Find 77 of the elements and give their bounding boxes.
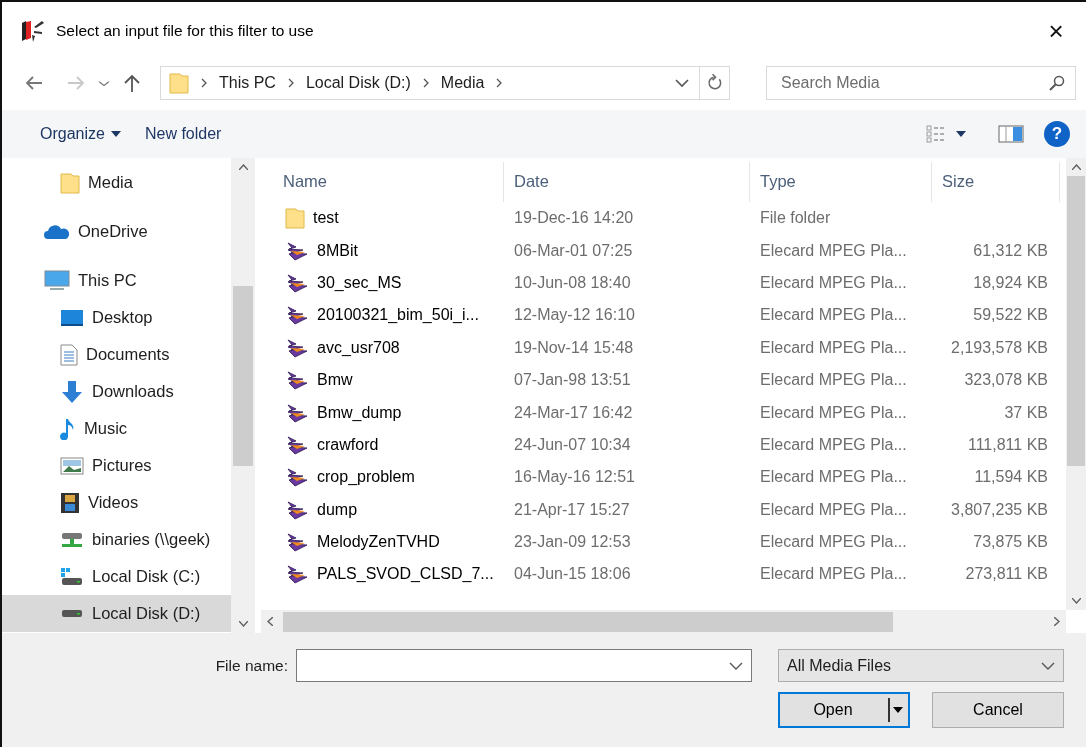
type-cell-text: Elecard MPEG Pla... xyxy=(759,565,908,584)
file-type-dropdown[interactable]: All Media Files xyxy=(778,649,1064,682)
file-name-cell[interactable]: 20100321_bim_50i_i... xyxy=(261,305,504,326)
nav-item[interactable]: Local Disk (C:) xyxy=(2,558,231,595)
type-cell-text: Elecard MPEG Pla... xyxy=(759,371,908,390)
column-header[interactable]: Type xyxy=(750,162,932,202)
size-cell-text: 11,594 KB xyxy=(973,468,1048,487)
nav-item[interactable]: Media xyxy=(2,164,231,201)
file-name-cell[interactable]: crop_problem xyxy=(261,467,504,488)
type-cell-text: File folder xyxy=(759,209,832,228)
file-name-cell[interactable]: 30_sec_MS xyxy=(261,272,504,293)
size-cell-text: 73,875 KB xyxy=(972,533,1048,552)
nav-item[interactable]: Local Disk (D:) xyxy=(2,595,231,632)
nav-item[interactable]: OneDrive xyxy=(2,201,231,250)
close-button[interactable]: × xyxy=(1036,11,1076,51)
nav-item[interactable]: Downloads xyxy=(2,373,231,410)
type-cell-text: Elecard MPEG Pla... xyxy=(759,306,908,325)
size-cell-text: 2,193,578 KB xyxy=(950,338,1048,357)
size-cell-text: 3,807,235 KB xyxy=(950,500,1048,519)
search-field[interactable]: Search Media xyxy=(766,65,1076,100)
file-name-cell[interactable]: crawford xyxy=(261,434,504,455)
column-header[interactable]: Name xyxy=(261,162,504,202)
date-cell-text: 21-Apr-17 15:27 xyxy=(513,500,631,519)
breadcrumb[interactable]: Local Disk (D:) xyxy=(301,73,415,92)
column-header[interactable]: Date xyxy=(504,162,750,202)
type-cell-text: Elecard MPEG Pla... xyxy=(759,435,908,454)
file-name-cell[interactable]: Bmw_dump xyxy=(261,402,504,423)
date-cell-text: 16-May-16 12:51 xyxy=(513,468,636,487)
date-cell-text: 23-Jan-09 12:53 xyxy=(513,533,632,552)
file-name-cell[interactable]: MelodyZenTVHD xyxy=(261,532,504,553)
nav-item[interactable]: binaries (\\geek) xyxy=(2,521,231,558)
nav-item[interactable]: Documents xyxy=(2,336,231,373)
file-name-cell[interactable]: 8MBit xyxy=(261,240,504,261)
size-cell-text: 111,811 KB xyxy=(966,435,1048,454)
size-cell-text: 59,522 KB xyxy=(972,306,1048,325)
type-cell-text: Elecard MPEG Pla... xyxy=(759,403,908,422)
date-cell-text: 04-Jun-15 18:06 xyxy=(513,565,632,584)
date-cell-text: 12-May-12 16:10 xyxy=(513,306,636,325)
size-cell-text: 18,924 KB xyxy=(972,273,1048,292)
size-cell-text: 273,811 KB xyxy=(964,565,1048,584)
type-cell-text: Elecard MPEG Pla... xyxy=(759,273,908,292)
open-button[interactable]: Open xyxy=(778,692,910,728)
date-cell-text: 24-Jun-07 10:34 xyxy=(513,435,632,454)
file-name-cell[interactable]: dump xyxy=(261,499,504,520)
size-cell-text: 323,078 KB xyxy=(963,371,1048,390)
file-name-cell[interactable]: PALS_SVOD_CLSD_7... xyxy=(261,564,504,585)
type-cell-text: Elecard MPEG Pla... xyxy=(759,241,908,260)
date-cell-text: 06-Mar-01 07:25 xyxy=(513,241,634,260)
type-cell-text: Elecard MPEG Pla... xyxy=(759,338,908,357)
size-cell-text: 37 KB xyxy=(1003,403,1048,422)
address-bar[interactable]: This PC Local Disk (D:) Media xyxy=(160,65,730,100)
nav-item[interactable]: Pictures xyxy=(2,447,231,484)
cancel-button[interactable]: Cancel xyxy=(932,692,1064,728)
date-cell-text: 10-Jun-08 18:40 xyxy=(513,273,632,292)
nav-item[interactable]: This PC xyxy=(2,250,231,299)
window-title: Select an input file for this filter to use xyxy=(56,22,315,40)
date-cell-text: 19-Dec-16 14:20 xyxy=(513,209,635,228)
breadcrumb[interactable]: This PC xyxy=(215,73,280,92)
file-name-cell[interactable]: avc_usr708 xyxy=(261,337,504,358)
size-cell-text: 61,312 KB xyxy=(972,241,1048,260)
date-cell-text: 24-Mar-17 16:42 xyxy=(513,403,634,422)
type-cell-text: Elecard MPEG Pla... xyxy=(759,468,908,487)
breadcrumb[interactable]: Media xyxy=(436,73,489,92)
nav-item[interactable]: Desktop xyxy=(2,299,231,336)
date-cell-text: 19-Nov-14 15:48 xyxy=(513,338,635,357)
nav-item[interactable]: Videos xyxy=(2,484,231,521)
new-folder-button[interactable]: New folder xyxy=(142,121,224,147)
column-header[interactable]: Size xyxy=(932,162,1060,202)
organize-menu[interactable]: Organize xyxy=(38,121,123,147)
nav-item[interactable]: Music xyxy=(2,410,231,447)
file-name-cell[interactable]: test xyxy=(261,207,504,230)
help-button[interactable]: ? xyxy=(1044,121,1070,147)
type-cell-text: Elecard MPEG Pla... xyxy=(759,533,908,552)
date-cell-text: 07-Jan-98 13:51 xyxy=(513,371,632,390)
type-cell-text: Elecard MPEG Pla... xyxy=(759,500,908,519)
file-name-cell[interactable]: Bmw xyxy=(261,370,504,391)
file-name-label: File name: xyxy=(215,656,288,675)
